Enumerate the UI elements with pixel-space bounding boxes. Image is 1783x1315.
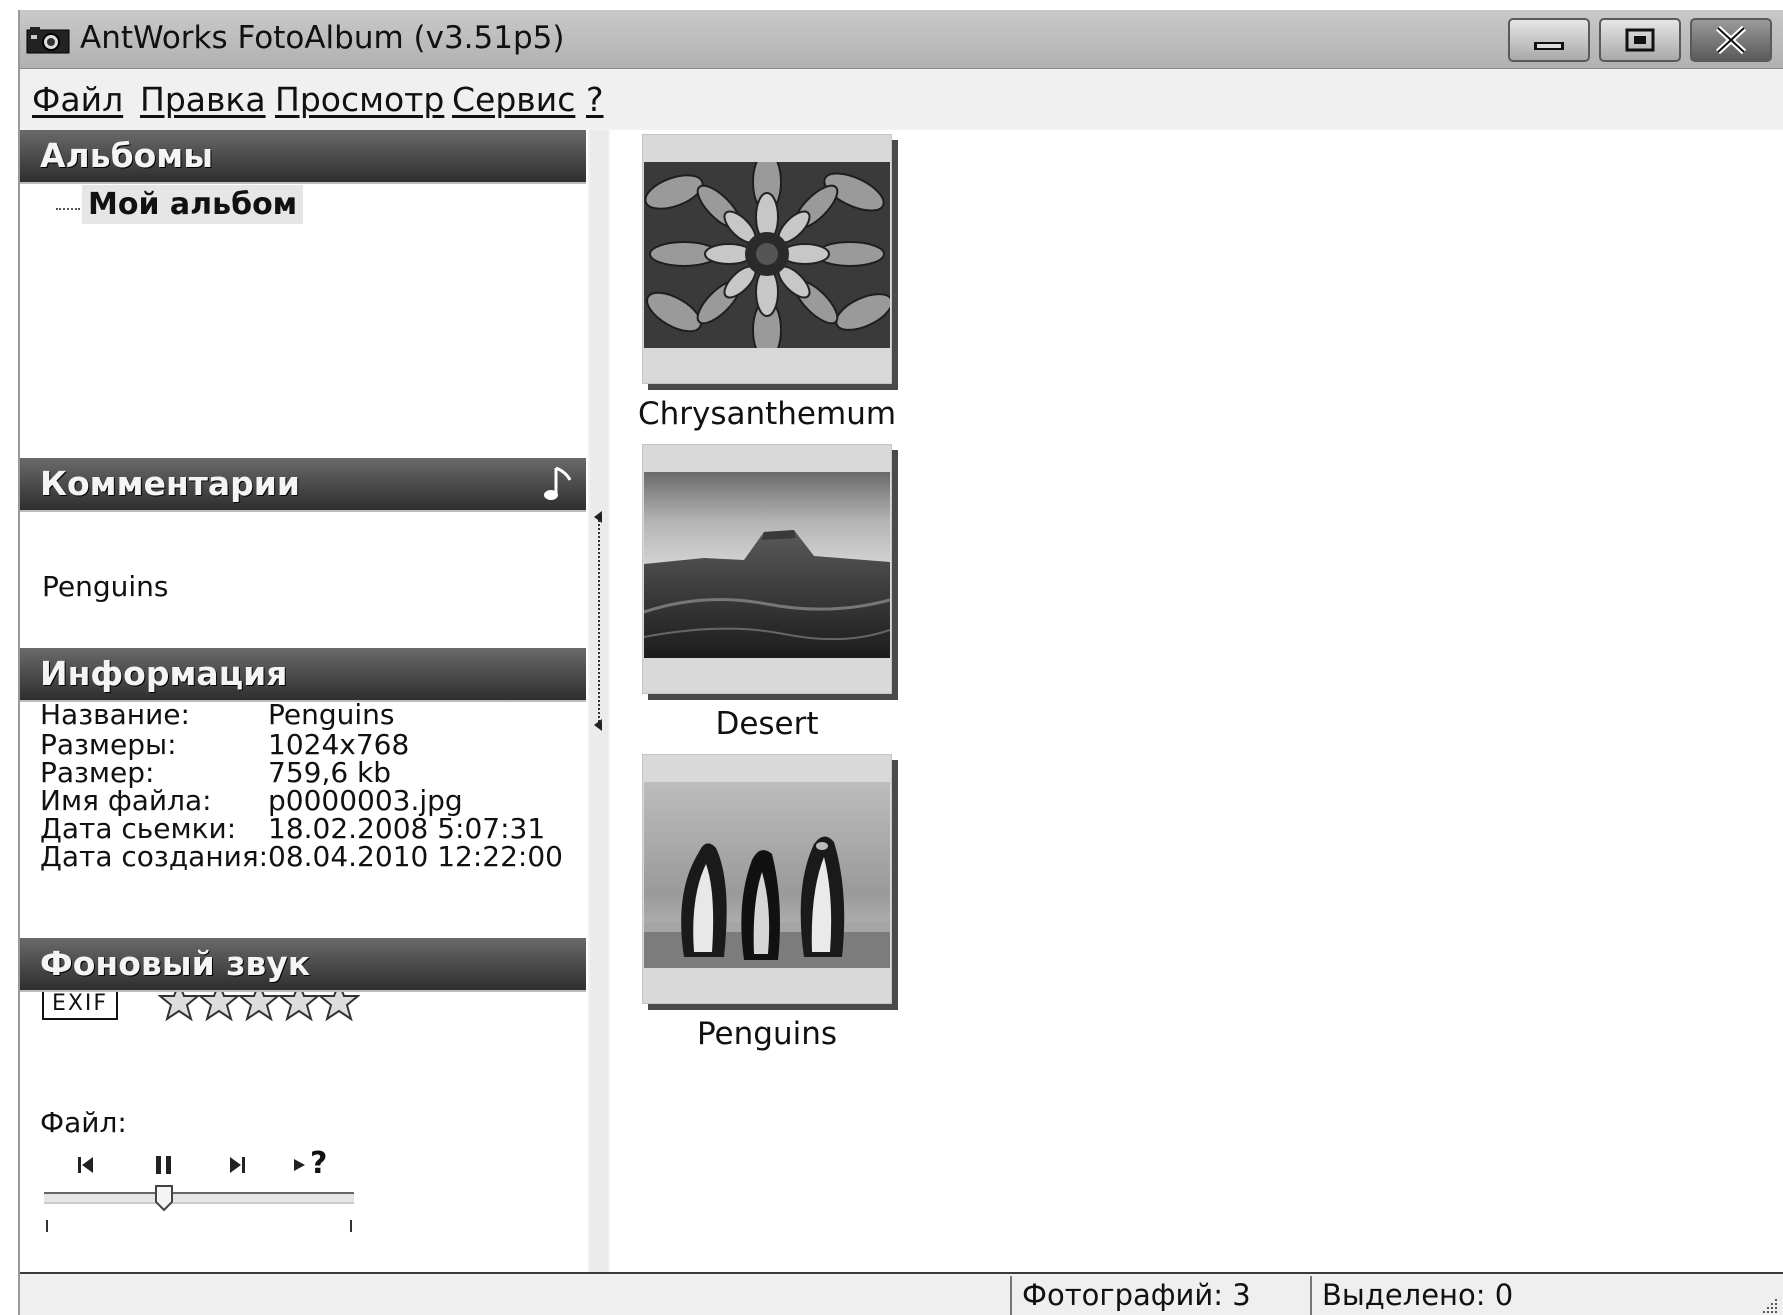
close-button[interactable]: [1690, 18, 1772, 62]
menu-file[interactable]: Файл: [32, 80, 123, 119]
photo-penguins: [644, 782, 890, 968]
play-random-label: ?: [310, 1146, 328, 1181]
play-random-button[interactable]: ?: [288, 1146, 348, 1182]
menu-edit[interactable]: Правка: [140, 80, 266, 119]
restore-icon: [1625, 28, 1655, 52]
info-label-name: Название:: [40, 698, 190, 731]
photo-desert: [644, 472, 890, 658]
volume-slider-thumb[interactable]: [154, 1184, 174, 1212]
splitter-dots: [598, 520, 600, 726]
info-value-name: Penguins: [268, 698, 395, 731]
prev-track-icon[interactable]: [66, 1148, 106, 1182]
info-header-label: Информация: [40, 654, 288, 693]
thumbnail-caption: Desert: [715, 706, 819, 742]
menu-help[interactable]: ?: [586, 80, 604, 119]
title-bar[interactable]: AntWorks FotoAlbum (v3.51p5): [20, 10, 1783, 69]
thumbnail-caption: Chrysanthemum: [637, 396, 897, 432]
info-value-created-date: 08.04.2010 12:22:00: [268, 840, 563, 873]
sound-file-label: Файл:: [40, 1106, 127, 1139]
status-photo-count: Фотографий: 3: [1022, 1278, 1251, 1312]
resize-grip-icon[interactable]: [1759, 1295, 1779, 1315]
menu-bar: Файл Правка Просмотр Сервис ?: [20, 70, 1783, 126]
info-header[interactable]: Информация: [20, 648, 586, 702]
status-bar: Фотографий: 3 Выделено: 0: [20, 1272, 1783, 1315]
sound-header-label: Фоновый звук: [40, 944, 311, 983]
sound-header[interactable]: Фоновый звук: [20, 938, 586, 992]
album-item-my-album[interactable]: Мой альбом: [82, 185, 304, 224]
maximize-button[interactable]: [1599, 18, 1681, 62]
slider-tick-end: [350, 1220, 352, 1232]
slider-tick-start: [46, 1220, 48, 1232]
status-separator: [1010, 1276, 1012, 1315]
comments-header-label: Комментарии: [40, 464, 301, 503]
status-separator: [1310, 1276, 1312, 1315]
menu-view[interactable]: Просмотр: [275, 80, 444, 119]
photo-chrysanthemum: [644, 162, 890, 348]
pause-icon[interactable]: [144, 1148, 184, 1182]
menu-service[interactable]: Сервис: [452, 80, 575, 119]
left-panel: Альбомы Мой альбом Комментарии Penguins …: [20, 130, 588, 1272]
tree-connector: [56, 208, 80, 210]
thumbnail-area: Chrysanthemum Desert Penguins: [610, 130, 1783, 1272]
volume-slider-track[interactable]: [44, 1192, 354, 1204]
albums-header[interactable]: Альбомы: [20, 130, 586, 184]
app-window: AntWorks FotoAlbum (v3.51p5) Файл Правка…: [18, 10, 1783, 1315]
info-label-created-date: Дата создания:: [40, 840, 269, 873]
status-selected-count: Выделено: 0: [1322, 1278, 1514, 1312]
albums-header-label: Альбомы: [40, 136, 214, 175]
panel-splitter[interactable]: [590, 130, 608, 1272]
minimize-button[interactable]: [1508, 18, 1590, 62]
minimize-icon: [1534, 42, 1564, 50]
music-note-icon[interactable]: [542, 464, 574, 504]
comments-header[interactable]: Комментарии: [20, 458, 586, 512]
window-title: AntWorks FotoAlbum (v3.51p5): [80, 20, 565, 56]
exif-button[interactable]: EXIF: [42, 988, 118, 1020]
next-track-icon[interactable]: [218, 1148, 258, 1182]
camera-app-icon: [26, 27, 70, 54]
play-icon: [294, 1159, 305, 1171]
close-icon: [1715, 25, 1747, 55]
thumbnail-caption: Penguins: [696, 1016, 838, 1052]
comment-text[interactable]: Penguins: [42, 570, 169, 603]
